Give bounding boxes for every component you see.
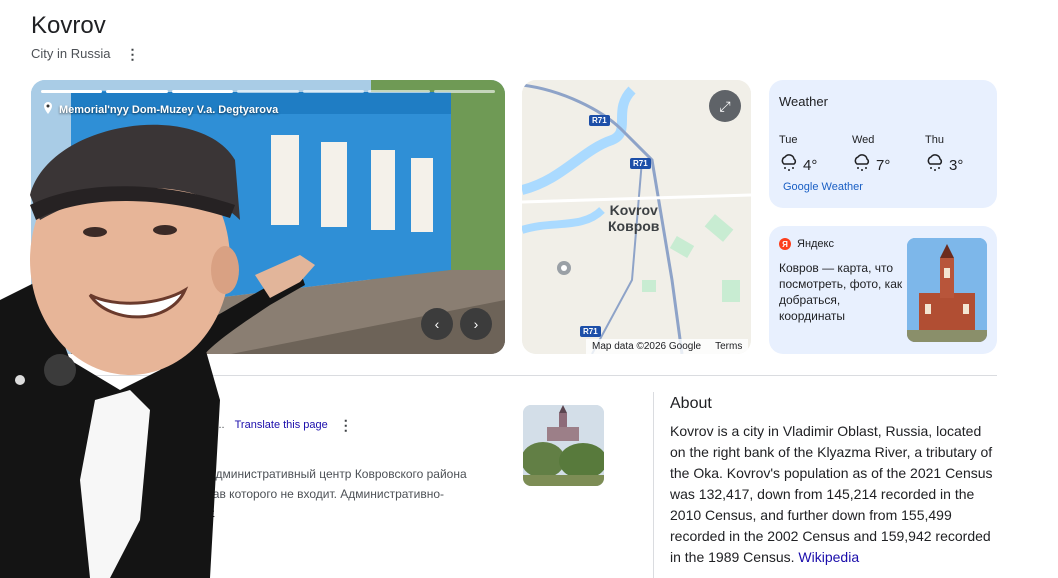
weather-day: Wed 7° — [852, 134, 914, 176]
snippet-line: м, в состав которого не входит. Админист… — [164, 487, 445, 501]
prev-photo-button[interactable]: ‹ — [421, 308, 453, 340]
weather-day-name: Tue — [779, 134, 798, 146]
yandex-source-label: Яндекс — [797, 238, 834, 250]
snippet-line: 8 года), административный центр Ковровск… — [164, 467, 467, 481]
weather-days: Tue 4° Wed 7° Thu 3° — [779, 134, 987, 176]
next-photo-button[interactable]: › — [460, 308, 492, 340]
yandex-description[interactable]: Ковров — карта, что посмотреть, фото, ка… — [779, 260, 905, 324]
chevron-right-icon: › — [473, 316, 479, 332]
church-thumbnail — [907, 238, 987, 342]
snow-cloud-icon — [925, 154, 945, 176]
weather-day-name: Thu — [925, 134, 944, 146]
about-body: Kovrov is a city in Vladimir Oblast, Rus… — [670, 423, 993, 565]
more-options-icon[interactable]: ⋮ — [124, 47, 140, 61]
map-city-cyrillic: Ковров — [608, 218, 660, 234]
weather-day-temp: 3° — [949, 156, 964, 174]
subtitle-text: City in Russia — [31, 46, 111, 61]
page-title: Kovrov — [31, 12, 106, 39]
breadcrumb-path: wiki › K... — [180, 419, 225, 431]
result-breadcrumb: wiki › K... Translate this page ⋮ — [180, 418, 354, 432]
road-badge: R71 — [580, 326, 601, 337]
weather-card[interactable]: Weather Tue 4° Wed 7° Thu 3° Google Weat… — [769, 80, 997, 208]
map-card[interactable]: R71 R71 R71 ⤢ Kovrov Ковров Map data ©20… — [522, 80, 751, 354]
story-progress — [41, 90, 495, 93]
map-city-label: Kovrov Ковров — [608, 202, 659, 234]
expand-icon: ⤢ — [719, 97, 731, 114]
next-result-title-text[interactable]: sk — [150, 547, 168, 568]
weather-day-temp: 4° — [803, 156, 818, 174]
weather-day: Thu 3° — [925, 134, 987, 176]
yandex-logo-icon: Я — [779, 238, 791, 250]
weather-source-link[interactable]: Google Weather — [783, 181, 863, 193]
column-divider — [653, 392, 654, 578]
more-options-icon[interactable]: ⋮ — [192, 551, 208, 565]
map-city-latin: Kovrov — [609, 202, 658, 218]
snow-cloud-icon — [852, 154, 872, 176]
location-pin-icon — [43, 102, 53, 117]
road-badge: R71 — [589, 115, 610, 126]
chevron-left-icon: ‹ — [434, 316, 440, 332]
yandex-card[interactable]: Я Яндекс Ковров — карта, что посмотреть,… — [769, 226, 997, 354]
photo-carousel[interactable]: Memorial'nyy Dom-Muzey V.a. Degtyarova ‹… — [31, 80, 505, 354]
road-badge: R71 — [630, 158, 651, 169]
page-subtitle: City in Russia ⋮ — [31, 46, 140, 61]
more-options-icon[interactable]: ⋮ — [338, 418, 354, 432]
weather-day-temp: 7° — [876, 156, 891, 174]
photo-location-label: Memorial'nyy Dom-Muzey V.a. Degtyarova — [59, 103, 279, 116]
expand-map-button[interactable]: ⤢ — [709, 90, 741, 122]
map-terms-link[interactable]: Terms — [715, 341, 742, 352]
snow-cloud-icon — [779, 154, 799, 176]
read-more-link[interactable]: Read more — [155, 504, 214, 518]
about-text: Kovrov is a city in Vladimir Oblast, Rus… — [670, 421, 1000, 568]
weather-day-name: Wed — [852, 134, 875, 146]
weather-day: Tue 4° — [779, 134, 841, 176]
section-divider — [31, 375, 997, 376]
wikipedia-link[interactable]: Wikipedia — [798, 549, 859, 565]
weather-title: Weather — [779, 94, 828, 109]
translate-link[interactable]: Translate this page — [235, 419, 328, 431]
map-attribution: Map data ©2026 Google — [592, 341, 702, 352]
result-thumbnail[interactable] — [523, 405, 604, 486]
next-result-title[interactable]: sk ⋮ — [150, 547, 208, 568]
about-heading: About — [670, 395, 712, 412]
result-snippet: 8 года), административный центр Ковровск… — [164, 464, 484, 504]
photo-location: Memorial'nyy Dom-Muzey V.a. Degtyarova — [43, 102, 278, 117]
map-footer: Map data ©2026 Google Terms — [586, 339, 749, 354]
